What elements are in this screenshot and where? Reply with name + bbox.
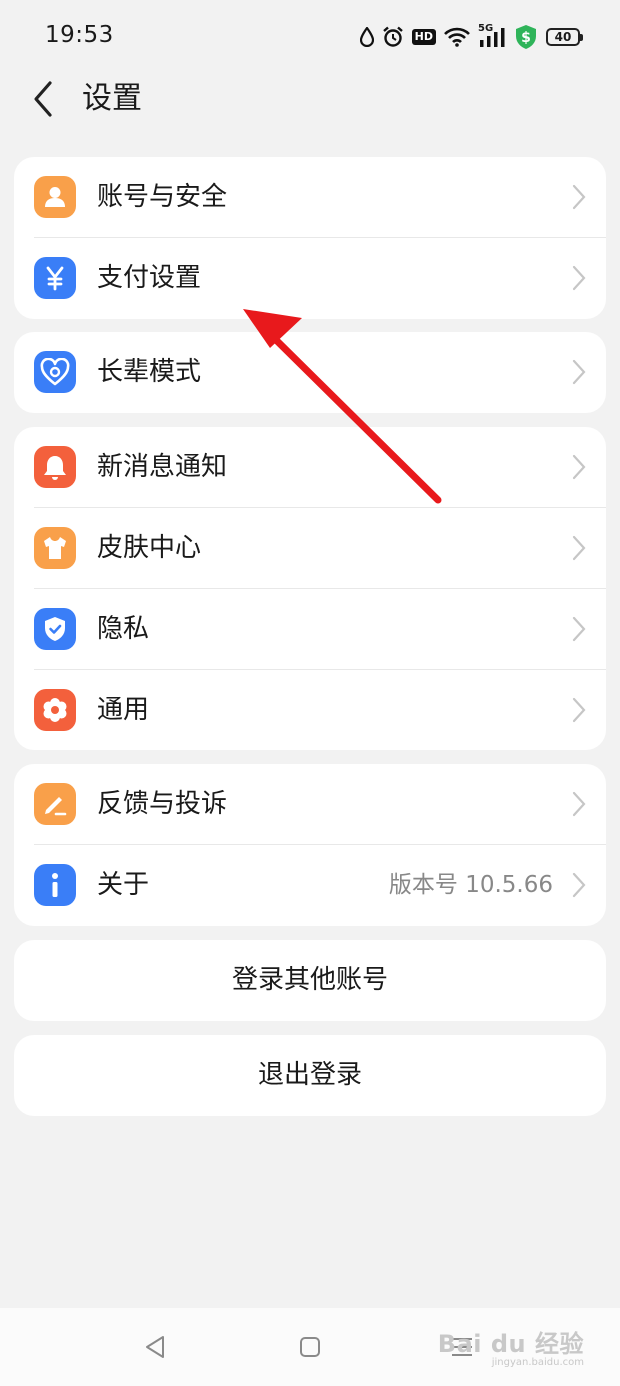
- nav-back-icon[interactable]: [143, 1334, 167, 1360]
- heart-icon: [34, 351, 76, 393]
- switch-account-button[interactable]: 登录其他账号: [14, 940, 606, 1021]
- chevron-right-icon: [572, 791, 586, 817]
- back-button[interactable]: [28, 79, 62, 119]
- settings-group-elder: 长辈模式: [14, 332, 606, 413]
- watermark-main: Bai du 经验: [437, 1330, 584, 1358]
- wifi-icon: [444, 27, 470, 47]
- battery-indicator: 40: [546, 28, 583, 46]
- row-payment-settings[interactable]: 支付设置: [14, 238, 606, 319]
- chevron-right-icon: [572, 697, 586, 723]
- chevron-right-icon: [572, 454, 586, 480]
- bell-icon: [34, 446, 76, 488]
- row-elder-mode[interactable]: 长辈模式: [14, 332, 606, 413]
- row-general[interactable]: 通用: [14, 670, 606, 750]
- row-label: 隐私: [97, 614, 150, 644]
- chevron-right-icon: [572, 616, 586, 642]
- shirt-icon: [34, 527, 76, 569]
- row-label: 支付设置: [97, 263, 202, 293]
- cellular-signal: 5G: [478, 23, 506, 48]
- row-notifications[interactable]: 新消息通知: [14, 427, 606, 508]
- row-account-security[interactable]: 账号与安全: [14, 157, 606, 238]
- chevron-right-icon: [572, 872, 586, 898]
- svg-text:$: $: [521, 30, 531, 46]
- settings-group-account: 账号与安全 支付设置: [14, 157, 606, 319]
- gear-icon: [34, 689, 76, 731]
- status-bar: 19:53 HD 5G $ 40: [0, 0, 620, 75]
- row-about[interactable]: 关于 版本号 10.5.66: [14, 845, 606, 926]
- nav-home-icon[interactable]: [298, 1334, 322, 1360]
- chevron-right-icon: [572, 535, 586, 561]
- signal-icon: [480, 28, 505, 47]
- row-label: 关于: [97, 870, 150, 900]
- back-arrow-icon: [34, 81, 52, 117]
- row-label: 皮肤中心: [97, 533, 202, 563]
- row-label: 账号与安全: [97, 182, 228, 212]
- row-privacy[interactable]: 隐私: [14, 589, 606, 670]
- settings-group-general: 新消息通知 皮肤中心 隐私 通用: [14, 427, 606, 750]
- status-time: 19:53: [45, 22, 114, 48]
- row-label: 新消息通知: [97, 452, 228, 482]
- row-label: 反馈与投诉: [97, 789, 228, 819]
- info-icon: [34, 864, 76, 906]
- settings-group-about: 反馈与投诉 关于 版本号 10.5.66: [14, 764, 606, 926]
- page-title: 设置: [82, 81, 142, 116]
- logout-button[interactable]: 退出登录: [14, 1035, 606, 1116]
- pencil-icon: [34, 783, 76, 825]
- row-label: 通用: [97, 695, 150, 725]
- row-feedback[interactable]: 反馈与投诉: [14, 764, 606, 845]
- row-label: 长辈模式: [97, 357, 202, 387]
- chevron-right-icon: [572, 359, 586, 385]
- header: 设置: [0, 75, 620, 125]
- hd-badge: HD: [411, 29, 436, 45]
- drop-icon: [359, 27, 374, 47]
- status-icons: HD 5G $ 40: [359, 22, 583, 52]
- shield-icon: [34, 608, 76, 650]
- system-nav-bar: Bai du 经验 jingyan.baidu.com: [0, 1308, 620, 1386]
- version-value: 版本号 10.5.66: [388, 872, 553, 898]
- alarm-icon: [382, 26, 403, 47]
- chevron-right-icon: [572, 184, 586, 210]
- security-shield-icon: $: [516, 25, 536, 49]
- user-icon: [34, 176, 76, 218]
- baidu-watermark: Bai du 经验 jingyan.baidu.com: [438, 1324, 584, 1368]
- chevron-right-icon: [572, 265, 586, 291]
- yuan-icon: [34, 257, 76, 299]
- row-skin-center[interactable]: 皮肤中心: [14, 508, 606, 589]
